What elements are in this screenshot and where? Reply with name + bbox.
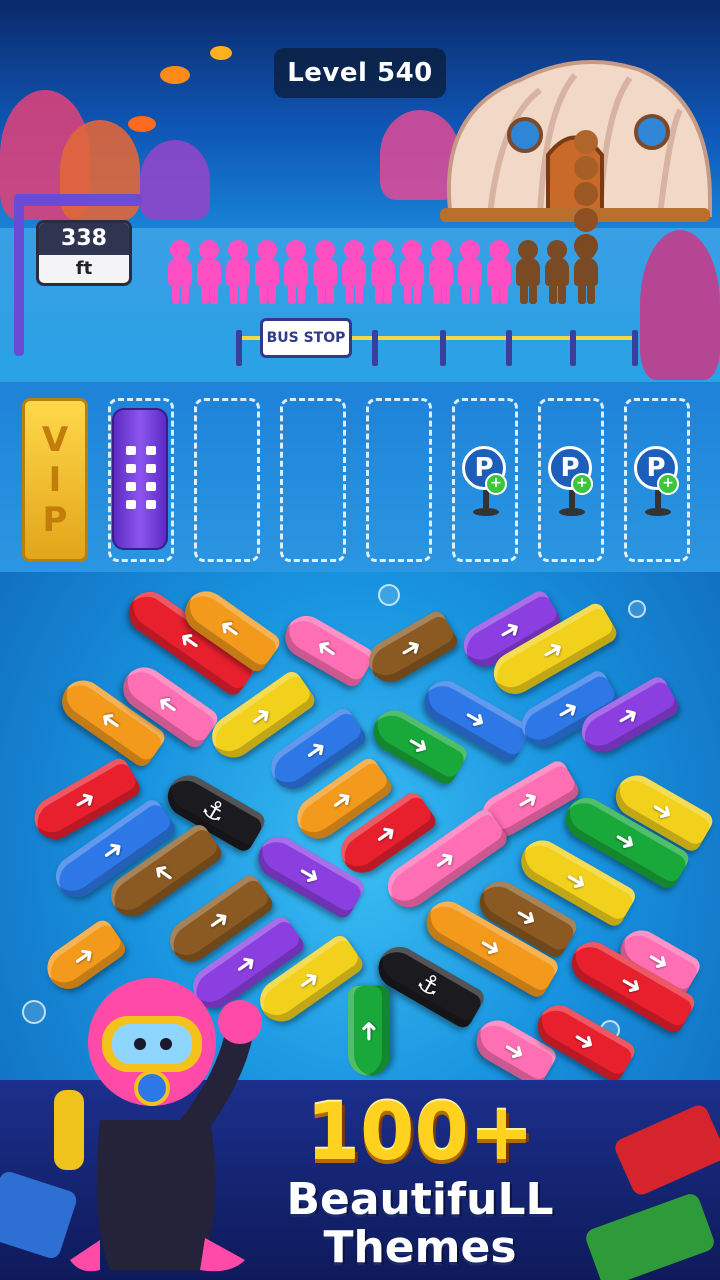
rope-stanchion <box>236 330 242 366</box>
promo-count: 100+ <box>305 1088 535 1178</box>
promo-subline-2: Themes <box>323 1222 517 1273</box>
passenger <box>398 240 426 306</box>
rope-stanchion <box>440 330 446 366</box>
passenger <box>282 240 310 306</box>
underwater-scene: Level 540 338 ft BUS STOP <box>0 0 720 382</box>
arrow-icon: ➜ <box>509 898 543 936</box>
vip-slot[interactable]: VIP <box>22 398 88 562</box>
passenger <box>514 240 542 306</box>
passenger <box>485 240 513 306</box>
coral-decoration <box>140 140 210 220</box>
fish-icon <box>128 116 156 132</box>
diver-mascot <box>54 978 262 1272</box>
passenger <box>195 240 223 306</box>
passenger <box>427 240 455 306</box>
depth-value: 338 <box>39 223 129 255</box>
depth-sign-post <box>14 196 24 356</box>
coral-decoration <box>640 230 720 380</box>
passenger <box>253 240 281 306</box>
arrow-icon: ➜ <box>611 698 645 736</box>
rope-stanchion <box>570 330 576 366</box>
passenger <box>340 240 368 306</box>
passenger <box>572 240 600 306</box>
arrow-icon: ➜ <box>551 692 585 730</box>
arrow-icon: ➜ <box>95 832 131 870</box>
arrow-icon: ➜ <box>614 966 648 1004</box>
bubble-decoration <box>378 584 400 606</box>
unlock-parking-icon[interactable]: P + <box>462 446 510 520</box>
arrow-icon: ➜ <box>292 856 326 894</box>
parking-slot-4[interactable] <box>366 398 432 562</box>
passenger <box>456 240 484 306</box>
unlock-parking-icon[interactable]: P + <box>634 446 682 520</box>
rope-stanchion <box>632 330 638 366</box>
passenger <box>166 240 194 306</box>
arrow-icon: ➜ <box>212 610 248 648</box>
arrow-icon: ➜ <box>354 1020 384 1042</box>
passenger <box>369 240 397 306</box>
arrow-icon: ➜ <box>201 902 237 940</box>
arrow-icon: ➜ <box>473 928 507 966</box>
passenger-queue <box>166 240 600 310</box>
promo-subline-1: BeautifuLL <box>286 1174 554 1225</box>
arrow-icon: ➜ <box>559 862 593 900</box>
level-indicator: Level 540 <box>274 48 446 98</box>
arrow-icon: ➜ <box>394 630 428 668</box>
depth-sign: 338 ft <box>36 220 132 286</box>
arrow-icon: ➜ <box>291 962 327 1000</box>
arrow-icon: ➜ <box>608 822 642 860</box>
unlock-parking-icon[interactable]: P + <box>548 446 596 520</box>
arrow-icon: ➜ <box>243 698 279 736</box>
arrow-icon: ➜ <box>645 792 679 830</box>
parking-slot-3[interactable] <box>280 398 346 562</box>
fish-icon <box>210 46 232 60</box>
arrow-icon: ➜ <box>497 1032 531 1070</box>
passenger <box>224 240 252 306</box>
arrow-icon: ➜ <box>309 630 345 668</box>
game-screen: Level 540 338 ft BUS STOP VIP P + P + P … <box>0 0 720 1280</box>
arrow-icon: ➜ <box>567 1022 601 1060</box>
parking-slot-2[interactable] <box>194 398 260 562</box>
passenger <box>543 240 571 306</box>
fish-icon <box>160 66 190 84</box>
arrow-icon: ➜ <box>68 782 102 820</box>
green-boat[interactable]: ➜ <box>348 986 390 1076</box>
vip-label: VIP <box>35 420 75 540</box>
arrow-icon: ➜ <box>536 632 570 670</box>
arrow-icon: ➜ <box>93 702 129 740</box>
arrow-icon: ➜ <box>401 726 435 764</box>
arrow-icon: ➜ <box>324 782 360 820</box>
promo-headline: 100+ BeautifuLL Themes <box>250 1090 590 1272</box>
arrow-icon: ➜ <box>146 854 182 892</box>
depth-sign-arm <box>14 194 142 206</box>
rope-stanchion <box>372 330 378 366</box>
rope-stanchion <box>506 330 512 366</box>
anchor-icon: ⚓ <box>196 792 232 830</box>
arrow-icon: ➜ <box>458 700 492 738</box>
bus-stop-sign: BUS STOP <box>260 318 352 358</box>
bubble-decoration <box>628 600 646 618</box>
anchor-icon: ⚓ <box>411 966 447 1004</box>
arrow-icon: ➜ <box>511 782 545 820</box>
arrow-icon: ➜ <box>150 686 186 724</box>
arrow-icon: ➜ <box>298 732 334 770</box>
parked-bus <box>112 408 168 550</box>
passenger <box>311 240 339 306</box>
arrow-icon: ➜ <box>368 816 404 854</box>
arrow-icon: ➜ <box>427 842 463 880</box>
depth-unit: ft <box>75 258 93 279</box>
